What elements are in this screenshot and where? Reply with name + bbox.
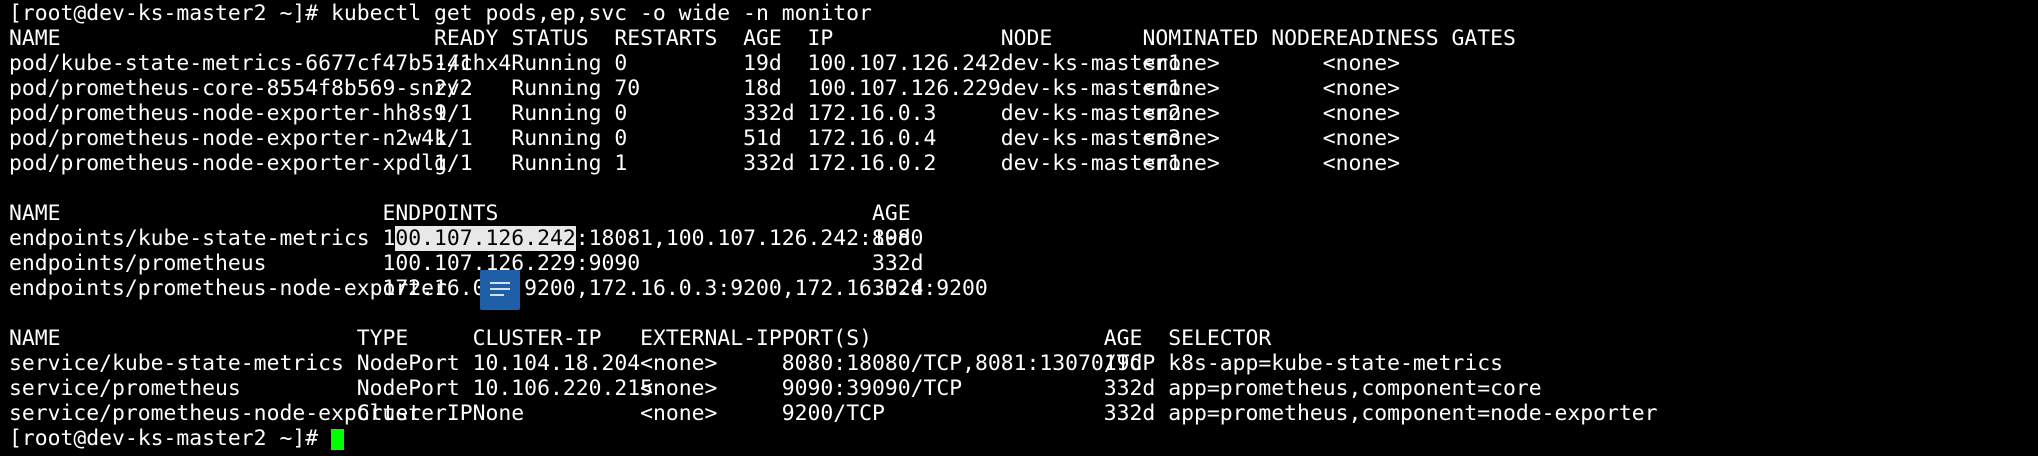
table-cell: 172.16.0.4	[807, 126, 937, 151]
column-header: AGE	[871, 201, 911, 226]
table-cell: ClusterIP	[356, 401, 473, 426]
table-cell: 1/1	[434, 51, 473, 76]
table-cell: pod/prometheus-node-exporter-hh8s9	[9, 101, 447, 126]
column-header: NAME	[9, 26, 61, 51]
column-header: READY	[434, 26, 499, 51]
table-cell: service/kube-state-metrics	[9, 351, 344, 376]
table-cell: NodePort	[356, 376, 460, 401]
table-cell: pod/prometheus-node-exporter-n2w4k	[9, 126, 447, 151]
table-cell: Running	[511, 51, 602, 76]
column-header: SELECTOR	[1168, 326, 1272, 351]
selected-text: 00.107.126.242	[395, 226, 576, 251]
table-cell: <none>	[1142, 101, 1220, 126]
column-header: RESTARTS	[614, 26, 718, 51]
column-header: TYPE	[356, 326, 409, 351]
table-cell: <none>	[640, 351, 718, 376]
table-cell: 332d	[1103, 401, 1156, 426]
table-cell: <none>	[1322, 76, 1401, 101]
table-cell: k8s-app=kube-state-metrics	[1168, 351, 1504, 376]
table-cell: NodePort	[356, 351, 460, 376]
table-cell: Running	[511, 126, 602, 151]
table-cell: <none>	[1322, 51, 1401, 76]
column-header: EXTERNAL-IP	[640, 326, 782, 351]
table-cell: 9090:39090/TCP	[781, 376, 963, 401]
table-cell: 0	[614, 126, 628, 151]
table-cell: 19d	[871, 226, 911, 251]
widget-line	[490, 282, 510, 284]
table-cell: 332d	[743, 101, 795, 126]
column-header: IP	[807, 26, 834, 51]
table-cell: 1	[614, 151, 628, 176]
column-header: PORT(S)	[781, 326, 872, 351]
table-cell: pod/prometheus-node-exporter-xpdlg	[9, 151, 447, 176]
table-cell: 332d	[871, 251, 924, 276]
column-header: AGE	[743, 26, 782, 51]
table-cell: <none>	[1322, 151, 1401, 176]
column-header: STATUS	[511, 26, 589, 51]
column-header: NOMINATED NODE	[1142, 26, 1323, 51]
table-cell: 100.107.126.242:18081,100.107.126.242:80…	[382, 226, 923, 251]
table-cell: <none>	[1142, 151, 1220, 176]
table-cell: Running	[511, 151, 602, 176]
table-cell: app=prometheus,component=node-exporter	[1168, 401, 1658, 426]
table-cell: 332d	[1103, 376, 1156, 401]
widget-line	[490, 294, 504, 296]
column-header: CLUSTER-IP	[472, 326, 602, 351]
table-cell: 18d	[743, 76, 782, 101]
table-cell: 70	[614, 76, 641, 101]
table-cell: 2/2	[434, 76, 473, 101]
table-cell: app=prometheus,component=core	[1168, 376, 1542, 401]
table-cell: <none>	[1142, 126, 1220, 151]
column-header: NODE	[1000, 26, 1053, 51]
terminal-output[interactable]: [root@dev-ks-master2 ~]# kubectl get pod…	[9, 0, 2038, 456]
table-cell: 332d	[743, 151, 795, 176]
table-cell: 172.16.0.2	[807, 151, 937, 176]
prompt-text: [root@dev-ks-master2 ~]#	[9, 426, 331, 451]
table-cell: endpoints/prometheus	[9, 251, 267, 276]
table-cell: <none>	[1322, 126, 1401, 151]
table-cell: 332d	[871, 276, 924, 301]
table-cell: 8080:18080/TCP,8081:13070/TCP	[781, 351, 1156, 376]
column-header: AGE	[1103, 326, 1143, 351]
table-cell: service/prometheus	[9, 376, 241, 401]
command-text: [root@dev-ks-master2 ~]# kubectl get pod…	[9, 1, 872, 26]
table-cell: endpoints/kube-state-metrics	[9, 226, 370, 251]
table-cell: 1/1	[434, 126, 473, 151]
table-cell: 10.104.18.204	[472, 351, 641, 376]
table-cell: endpoints/prometheus-node-exporter	[9, 276, 447, 301]
selection-prefix: 1	[382, 226, 396, 251]
widget-line	[490, 288, 510, 290]
table-cell: 100.107.126.242	[807, 51, 1001, 76]
table-cell: <none>	[640, 376, 718, 401]
table-cell: 19d	[743, 51, 782, 76]
table-cell: 10.106.220.215	[472, 376, 653, 401]
table-cell: pod/prometheus-core-8554f8b569-snrv2	[9, 76, 473, 101]
table-cell: 51d	[743, 126, 782, 151]
table-cell: 1/1	[434, 101, 473, 126]
column-header: NAME	[9, 201, 61, 226]
table-cell: 100.107.126.229	[807, 76, 1001, 101]
table-cell: 172.16.0.3	[807, 101, 937, 126]
text-cursor	[331, 429, 344, 450]
table-cell: <none>	[1142, 76, 1220, 101]
table-cell: 0	[614, 51, 628, 76]
column-header: NAME	[9, 326, 61, 351]
table-cell: <none>	[1322, 101, 1401, 126]
column-header: READINESS GATES	[1322, 26, 1516, 51]
table-cell: 1/1	[434, 151, 473, 176]
table-cell: 9200/TCP	[781, 401, 885, 426]
column-header: ENDPOINTS	[382, 201, 499, 226]
table-cell: 19d	[1103, 351, 1143, 376]
document-icon[interactable]	[480, 270, 520, 310]
table-cell: <none>	[640, 401, 718, 426]
table-cell: <none>	[1142, 51, 1220, 76]
table-cell: Running	[511, 76, 602, 101]
table-cell: Running	[511, 101, 602, 126]
table-cell: None	[472, 401, 525, 426]
table-cell: 0	[614, 101, 628, 126]
